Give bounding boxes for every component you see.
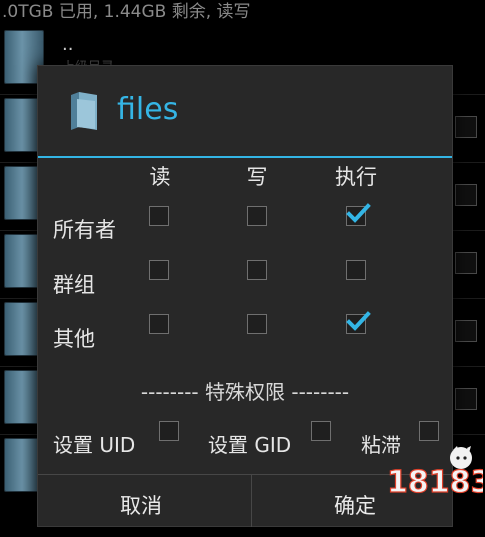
special-permissions-header: -------- 特殊权限 --------	[140, 380, 350, 404]
checkmark-icon	[346, 311, 371, 331]
group-execute-checkbox[interactable]	[346, 260, 366, 280]
setuid-checkbox[interactable]	[159, 421, 179, 441]
list-item-checkbox[interactable]	[455, 252, 477, 274]
other-execute-checkbox[interactable]	[346, 311, 371, 334]
row-other-label: 其他	[53, 327, 95, 351]
storage-status: .0TGB 已用, 1.44GB 剩余, 读写	[2, 2, 251, 22]
watermark-logo: 18183	[387, 446, 483, 501]
group-read-checkbox[interactable]	[149, 260, 169, 280]
setgid-label: 设置 GID	[208, 433, 292, 457]
folder-icon	[71, 92, 97, 130]
setgid-checkbox[interactable]	[311, 421, 331, 441]
checkmark-icon	[346, 203, 371, 223]
setuid-label: 设置 UID	[53, 433, 136, 457]
list-item-checkbox[interactable]	[455, 184, 477, 206]
list-item-checkbox[interactable]	[455, 116, 477, 138]
dialog-title: files	[117, 92, 179, 127]
row-owner-label: 所有者	[53, 218, 116, 242]
cancel-button[interactable]: 取消	[38, 475, 244, 527]
sticky-checkbox[interactable]	[419, 421, 439, 441]
other-write-checkbox[interactable]	[247, 314, 267, 334]
group-write-checkbox[interactable]	[247, 260, 267, 280]
owner-read-checkbox[interactable]	[149, 206, 169, 226]
list-item-checkbox[interactable]	[455, 320, 477, 342]
row-group-label: 群组	[53, 273, 95, 297]
parent-directory-item[interactable]: ..	[62, 34, 73, 55]
title-divider	[38, 156, 452, 158]
dialog-header: files	[38, 66, 452, 156]
column-read: 读	[149, 165, 171, 189]
watermark-text: 18183	[387, 465, 483, 500]
column-execute: 执行	[335, 165, 377, 189]
list-item-checkbox[interactable]	[455, 388, 477, 410]
column-write: 写	[246, 165, 268, 189]
owner-write-checkbox[interactable]	[247, 206, 267, 226]
owner-execute-checkbox[interactable]	[346, 203, 371, 226]
other-read-checkbox[interactable]	[149, 314, 169, 334]
